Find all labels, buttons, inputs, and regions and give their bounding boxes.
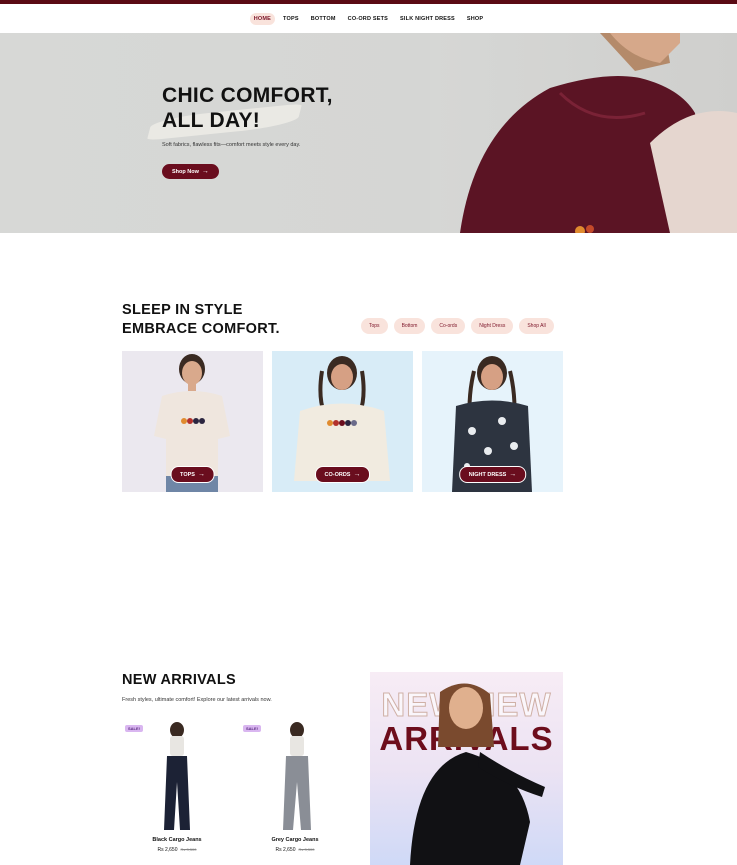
black-cargo-jeans-image (164, 722, 190, 830)
co-ords-category-button[interactable]: CO-ORDS → (314, 466, 371, 483)
new-arrivals-subtitle: Fresh styles, ultimate comfort! Explore … (122, 697, 272, 703)
nav-item-silk-night-dress[interactable]: SILK NIGHT DRESS (396, 13, 459, 25)
sale-badge: SALE! (243, 725, 261, 732)
arrow-right-icon: → (197, 471, 205, 478)
category-filter-pills: Tops Bottom Co-ords Night Dress Shop All (361, 318, 554, 334)
product-price: Rs 2,650 Rs 3,500 (240, 847, 350, 853)
arrow-right-icon: → (201, 168, 209, 175)
sale-badge: SALE! (125, 725, 143, 732)
hero-title-line2: ALL DAY! (162, 109, 261, 132)
categories-heading-line2: EMBRACE COMFORT. (122, 321, 280, 337)
product-name[interactable]: Grey Cargo Jeans (240, 837, 350, 843)
product-card[interactable]: SALE! Grey Cargo Jeans Rs 2,650 Rs 3,500 (240, 722, 350, 862)
shop-now-button[interactable]: Shop Now → (162, 164, 219, 179)
hero-subtitle: Soft fabrics, flawless fits—comfort meet… (162, 142, 301, 148)
category-card-co-ords[interactable]: CO-ORDS → (272, 351, 413, 492)
grey-cargo-jeans-image (283, 722, 311, 830)
nav-item-tops[interactable]: TOPS (279, 13, 303, 25)
category-card-tops[interactable]: TOPS → (122, 351, 263, 492)
product-sale-price: Rs 2,650 (157, 847, 178, 853)
product-sale-price: Rs 2,650 (275, 847, 296, 853)
nav-item-home[interactable]: HOME (249, 12, 276, 25)
hero-title-line1: CHIC COMFORT, (162, 84, 333, 107)
category-card-night-dress[interactable]: NIGHT DRESS → (422, 351, 563, 492)
pill-bottom[interactable]: Bottom (393, 318, 426, 334)
tops-category-button[interactable]: TOPS → (170, 466, 215, 483)
categories-heading: SLEEP IN STYLE EMBRACE COMFORT. (122, 301, 280, 339)
main-nav: HOME TOPS BOTTOM CO-ORD SETS SILK NIGHT … (0, 4, 737, 33)
product-name[interactable]: Black Cargo Jeans (122, 837, 232, 843)
product-old-price: Rs 3,500 (180, 847, 197, 852)
nav-item-bottom[interactable]: BOTTOM (307, 13, 340, 25)
arrow-right-icon: → (353, 471, 361, 478)
pill-shop-all[interactable]: Shop All (519, 318, 554, 334)
hero-title: CHIC COMFORT, ALL DAY! (162, 83, 333, 133)
categories-heading-line1: SLEEP IN STYLE (122, 302, 243, 318)
product-card[interactable]: SALE! Black Cargo Jeans Rs 2,650 Rs 3,500 (122, 722, 232, 862)
nav-item-co-ord-sets[interactable]: CO-ORD SETS (344, 13, 392, 25)
new-arrivals-heading: NEW ARRIVALS (122, 672, 236, 688)
product-old-price: Rs 3,500 (298, 847, 315, 852)
shop-now-label: Shop Now (172, 168, 199, 175)
hero-banner: CHIC COMFORT, ALL DAY! Soft fabrics, fla… (0, 33, 737, 233)
pill-tops[interactable]: Tops (361, 318, 388, 334)
hero-model-image (430, 33, 737, 233)
pill-co-ords[interactable]: Co-ords (431, 318, 466, 334)
night-dress-category-label: NIGHT DRESS (468, 471, 507, 478)
arrow-right-icon: → (509, 471, 517, 478)
nav-item-shop[interactable]: SHOP (463, 13, 487, 25)
co-ords-category-label: CO-ORDS (324, 471, 351, 478)
product-price: Rs 2,650 Rs 3,500 (122, 847, 232, 853)
pill-night-dress[interactable]: Night Dress (471, 318, 514, 334)
tops-category-label: TOPS (180, 471, 195, 478)
new-arrivals-banner[interactable]: NEW NEW ARRIVALS (370, 672, 563, 865)
banner-model-image (410, 683, 545, 865)
night-dress-category-button[interactable]: NIGHT DRESS → (458, 466, 527, 483)
